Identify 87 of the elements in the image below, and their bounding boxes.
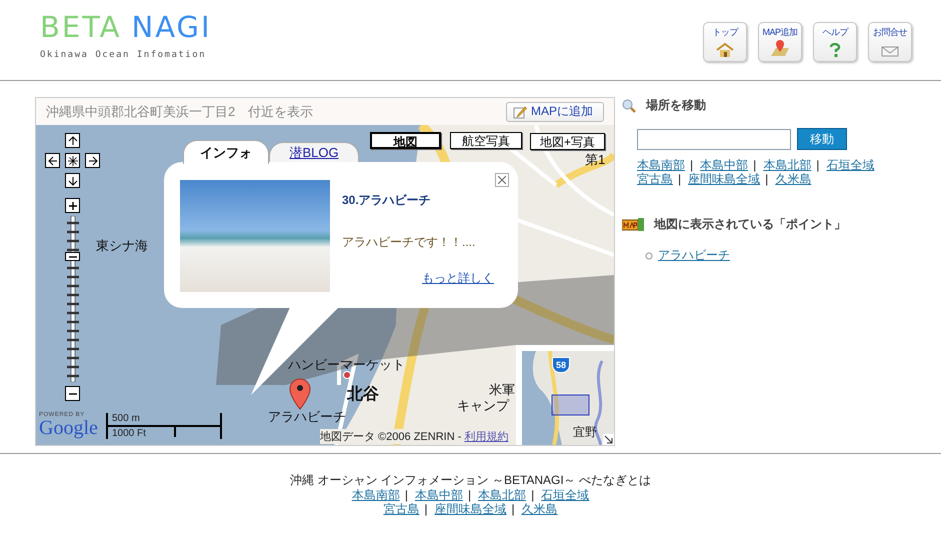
- area-link[interactable]: 本島南部: [637, 158, 685, 172]
- search-field[interactable]: [637, 128, 791, 150]
- copyright-text: 地図データ ©2006 ZENRIN -: [320, 430, 462, 444]
- link-separator: |: [816, 158, 820, 172]
- section-heading: 地図に表示されている「ポイント」: [654, 216, 846, 233]
- link-separator: |: [512, 502, 515, 516]
- pan-left-button[interactable]: [45, 153, 60, 168]
- question-icon: [829, 43, 841, 57]
- map-icon: [622, 218, 644, 231]
- pan-right-button[interactable]: [85, 153, 100, 168]
- map-pin-icon[interactable]: [289, 378, 311, 410]
- nav-button[interactable]: お問合せ: [868, 22, 912, 62]
- scale-bar: 500 m 1000 Ft: [106, 413, 222, 439]
- section-heading: 場所を移動: [646, 97, 706, 114]
- pan-down-button[interactable]: [65, 173, 80, 188]
- arrow-up-icon: [68, 136, 78, 146]
- footer-title: 沖縄 オーシャン インフォメーション ～BETANAGI～ べたなぎとは: [290, 473, 652, 488]
- map-label: 北谷: [347, 387, 379, 402]
- link-separator: |: [531, 488, 534, 502]
- terms-link[interactable]: 利用規約: [464, 429, 508, 444]
- area-link[interactable]: 石垣全域: [541, 488, 590, 502]
- nav-button[interactable]: MAP追加: [758, 22, 802, 62]
- map-label: 米軍: [489, 382, 515, 397]
- nav-button[interactable]: ヘルプ: [813, 22, 857, 62]
- route-shield: 58: [552, 357, 570, 373]
- map-pin-icon: [769, 39, 791, 57]
- zoom-slider-thumb[interactable]: [65, 252, 80, 261]
- area-link[interactable]: 座間味島全域: [434, 502, 506, 516]
- area-link[interactable]: 座間味島全域: [688, 172, 760, 186]
- arrow-right-icon: [88, 156, 98, 166]
- logo-word: BETA: [40, 10, 122, 44]
- map-label: 東シナ海: [96, 238, 148, 253]
- pan-center-button[interactable]: [65, 153, 80, 168]
- point-title: 30.アラハビーチ: [342, 192, 432, 209]
- minus-icon: [68, 254, 78, 258]
- logo-subtitle: Okinawa Ocean Infomation: [40, 50, 208, 60]
- point-link[interactable]: アラハビーチ: [658, 247, 730, 264]
- link-separator: |: [690, 158, 694, 172]
- close-icon: [498, 176, 506, 184]
- plus-icon: [68, 200, 78, 210]
- map-type-button[interactable]: 航空写真: [450, 132, 522, 149]
- resize-arrow-icon[interactable]: [603, 434, 614, 445]
- arrow-left-icon: [48, 156, 58, 166]
- address-text: 沖縄県中頭郡北谷町美浜一丁目2 付近を表示: [46, 102, 314, 120]
- map-label: キャンプ: [457, 398, 509, 413]
- crosshair-icon: [68, 156, 78, 166]
- close-button[interactable]: [495, 173, 509, 187]
- area-link[interactable]: 石垣全域: [826, 158, 874, 172]
- logo-word: NAGI: [132, 10, 212, 44]
- map-type-button[interactable]: 地図+写真: [530, 133, 605, 150]
- map-label: 宜野: [573, 424, 597, 441]
- link-separator: |: [424, 502, 428, 516]
- google-logo[interactable]: Google: [39, 418, 98, 438]
- link-separator: |: [404, 488, 408, 502]
- map-label: 第1: [585, 152, 606, 167]
- link-separator: |: [753, 158, 756, 172]
- point-description: アラハビーチです！！....: [342, 234, 476, 251]
- bullet-icon: [645, 252, 653, 260]
- area-link[interactable]: 本島中部: [414, 488, 463, 502]
- search-icon: [622, 98, 636, 112]
- pencil-icon: [512, 104, 527, 118]
- map-label: アラハビーチ: [268, 409, 346, 424]
- area-link[interactable]: 本島中部: [700, 158, 748, 172]
- zoom-out-button[interactable]: [65, 386, 80, 401]
- info-tab[interactable]: インフォ: [183, 140, 269, 164]
- area-link[interactable]: 宮古島: [637, 172, 673, 186]
- area-link[interactable]: 本島北部: [763, 158, 812, 172]
- move-button[interactable]: 移動: [797, 128, 847, 150]
- link-separator: |: [765, 172, 768, 186]
- area-link[interactable]: 宮古島: [383, 502, 420, 516]
- link-separator: |: [678, 172, 682, 186]
- area-link[interactable]: 久米島: [775, 172, 812, 186]
- area-link[interactable]: 久米島: [522, 502, 558, 516]
- pan-up-button[interactable]: [65, 133, 80, 148]
- info-tab[interactable]: 潜BLOG: [269, 142, 359, 162]
- link-separator: |: [468, 488, 472, 502]
- zoom-in-button[interactable]: [65, 198, 80, 213]
- house-icon: [716, 43, 734, 57]
- map-label: ハンビーマーケット: [288, 357, 405, 372]
- more-details-link[interactable]: もっと詳しく: [422, 270, 494, 287]
- area-link[interactable]: 本島南部: [352, 488, 400, 502]
- add-to-map-button[interactable]: MAPに追加: [506, 102, 604, 122]
- arrow-down-icon: [68, 176, 78, 186]
- map-type-button[interactable]: 地図: [370, 132, 441, 149]
- nav-button[interactable]: トップ: [703, 22, 747, 62]
- area-link[interactable]: 本島北部: [478, 488, 526, 502]
- envelope-icon: [881, 44, 899, 57]
